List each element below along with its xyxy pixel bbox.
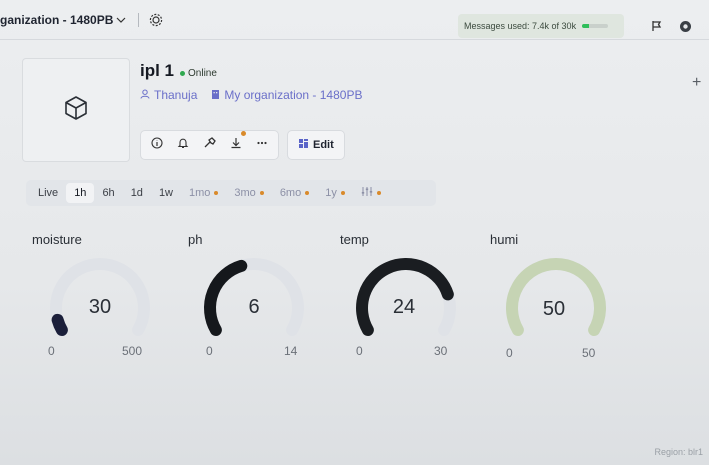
widget-moisture[interactable]: moisture 30 0 500 — [26, 226, 176, 376]
info-icon[interactable] — [151, 136, 163, 154]
gauge-value-arc — [51, 313, 68, 336]
time-filter-6mo[interactable]: 6mo — [272, 183, 317, 203]
widget-temp[interactable]: temp 24 0 30 — [334, 226, 484, 376]
topbar-divider — [138, 12, 140, 27]
gauge-max: 14 — [284, 344, 298, 358]
time-filter-1y-label: 1y — [325, 187, 337, 199]
dashboard-edit-icon — [298, 138, 309, 152]
time-filter-1mo-label: 1mo — [189, 187, 211, 199]
gauge-value: 50 — [542, 298, 566, 320]
premium-dot-icon — [214, 191, 219, 195]
time-filter-1h-label: 1h — [74, 187, 87, 199]
time-filter-3mo[interactable]: 3mo — [226, 183, 271, 203]
org-switcher[interactable]: ganization - 1480PB — [0, 13, 126, 27]
widget-title: temp — [340, 232, 369, 247]
device-meta: Thanuja My organization - 1480PB — [140, 88, 362, 102]
time-filter-3mo-label: 3mo — [234, 187, 256, 199]
building-icon — [211, 88, 220, 102]
device-owner-label: Thanuja — [154, 88, 198, 102]
message-usage-indicator[interactable]: Messages used: 7.4k of 30k — [458, 14, 624, 38]
device-status: Online — [180, 68, 217, 79]
settings-gear-icon[interactable] — [149, 13, 163, 27]
time-range-selector: Live 1h 6h 1d 1w 1mo 3mo 6mo 1y — [26, 180, 436, 206]
premium-dot-icon — [340, 191, 345, 195]
time-filter-1y[interactable]: 1y — [317, 183, 353, 203]
notification-dot-icon — [241, 131, 246, 136]
edit-button-label: Edit — [313, 139, 334, 151]
widget-title: moisture — [32, 232, 82, 247]
message-usage-text: Messages used: 7.4k of 30k — [464, 21, 577, 31]
dashboard-widgets: moisture 30 0 500 ph 6 0 14 temp 24 0 30… — [26, 226, 646, 376]
gauge-max: 500 — [122, 344, 143, 358]
time-filter-1w-label: 1w — [158, 187, 173, 199]
time-filter-1h[interactable]: 1h — [66, 183, 95, 203]
org-switcher-label: ganization - 1480PB — [0, 12, 114, 27]
time-filter-live[interactable]: Live — [30, 183, 66, 203]
message-usage-bar — [582, 24, 609, 28]
time-filter-6h[interactable]: 6h — [94, 183, 122, 203]
gauge-min: 0 — [48, 344, 55, 358]
edit-button[interactable]: Edit — [287, 130, 345, 160]
status-dot-icon — [180, 71, 186, 76]
premium-dot-icon — [305, 191, 310, 195]
device-title: ipl 1 Online — [140, 61, 217, 81]
wrench-icon[interactable] — [203, 136, 216, 154]
device-header: ipl 1 Online Thanuja My organization - 1… — [22, 52, 672, 172]
time-filter-1mo[interactable]: 1mo — [181, 183, 226, 203]
add-icon[interactable]: + — [692, 74, 701, 92]
region-label: Region: blr1 — [654, 447, 703, 457]
bell-icon[interactable] — [177, 136, 189, 154]
message-usage-bar-fill — [582, 24, 589, 28]
custom-range-filter[interactable] — [353, 183, 389, 203]
widget-title: ph — [188, 232, 203, 247]
widget-ph[interactable]: ph 6 0 14 — [182, 226, 332, 376]
sliders-icon — [361, 186, 373, 200]
time-filter-1d[interactable]: 1d — [123, 183, 151, 203]
device-thumbnail — [22, 58, 130, 162]
gauge-max: 50 — [582, 346, 596, 360]
gauge-max: 30 — [434, 344, 448, 358]
device-actions: Edit — [140, 130, 345, 160]
gauge-value: 24 — [392, 296, 416, 318]
gauge-value: 6 — [248, 296, 260, 318]
device-organization[interactable]: My organization - 1480PB — [211, 88, 362, 102]
user-icon — [140, 88, 150, 102]
more-icon[interactable] — [256, 136, 268, 154]
chevron-down-icon — [116, 13, 126, 27]
gauge-min: 0 — [506, 346, 513, 360]
gauge-min: 0 — [356, 344, 363, 358]
premium-dot-icon — [259, 191, 264, 195]
time-filter-6h-label: 6h — [102, 187, 115, 199]
download-icon[interactable] — [230, 131, 246, 154]
flag-icon[interactable] — [651, 20, 663, 32]
help-icon[interactable] — [679, 20, 692, 33]
gauge-min: 0 — [206, 344, 213, 358]
time-filter-1d-label: 1d — [130, 187, 143, 199]
widget-title: humi — [490, 232, 519, 247]
gauge-value: 30 — [88, 296, 112, 318]
cube-icon — [62, 94, 90, 127]
time-filter-live-label: Live — [38, 187, 59, 199]
premium-dot-icon — [376, 191, 381, 195]
device-owner[interactable]: Thanuja — [140, 88, 197, 102]
widget-humi[interactable]: humi 50 0 50 — [484, 226, 634, 376]
device-organization-label: My organization - 1480PB — [224, 88, 363, 102]
device-status-label: Online — [188, 68, 217, 79]
device-name: ipl 1 — [140, 61, 175, 80]
time-filter-6mo-label: 6mo — [279, 187, 302, 199]
time-filter-1w[interactable]: 1w — [151, 183, 181, 203]
device-action-group — [140, 130, 279, 160]
